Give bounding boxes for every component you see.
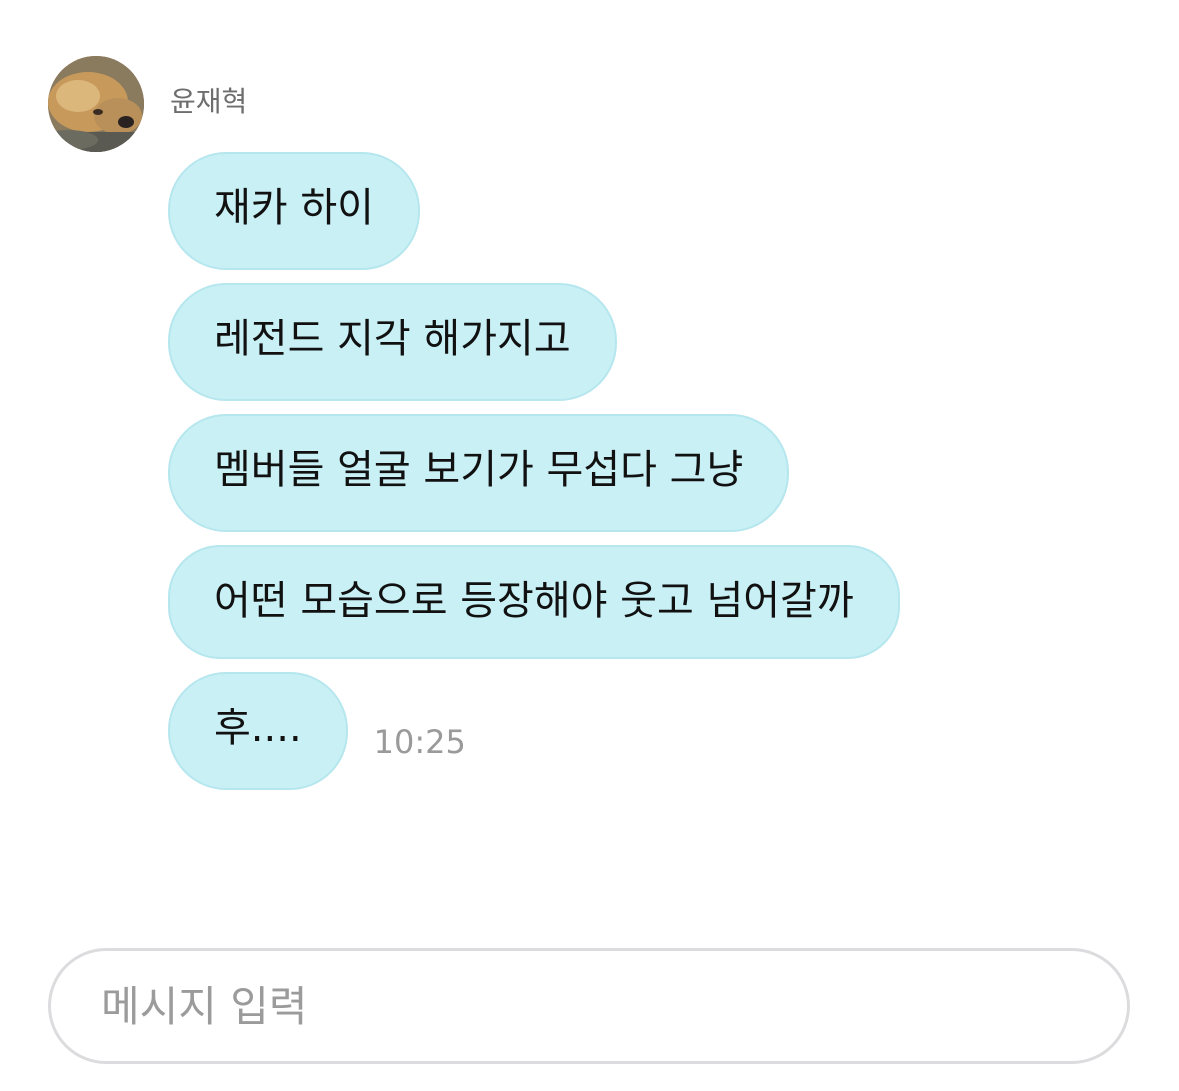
message-list: 재카 하이 레전드 지각 해가지고 멤버들 얼굴 보기가 무섭다 그냥 어떤 모…: [168, 152, 1068, 803]
message-bubble[interactable]: 어떤 모습으로 등장해야 웃고 넘어갈까: [168, 545, 900, 659]
message-bubble[interactable]: 후....: [168, 672, 348, 790]
message-bubble[interactable]: 재카 하이: [168, 152, 420, 270]
sender-name: 윤재혁: [170, 85, 248, 118]
message-row: 레전드 지각 해가지고: [168, 283, 1068, 401]
message-bubble[interactable]: 멤버들 얼굴 보기가 무섭다 그냥: [168, 414, 790, 532]
message-row: 재카 하이: [168, 152, 1068, 270]
message-bubble[interactable]: 레전드 지각 해가지고: [168, 283, 617, 401]
message-row: 후.... 10:25: [168, 672, 1068, 790]
message-row: 멤버들 얼굴 보기가 무섭다 그냥: [168, 414, 1068, 532]
message-input[interactable]: [99, 980, 1127, 1032]
message-row: 어떤 모습으로 등장해야 웃고 넘어갈까: [168, 545, 1068, 659]
message-timestamp: 10:25: [373, 723, 466, 761]
message-composer[interactable]: [48, 948, 1130, 1064]
avatar[interactable]: [48, 56, 144, 152]
dog-photo-avatar-icon: [48, 56, 144, 152]
